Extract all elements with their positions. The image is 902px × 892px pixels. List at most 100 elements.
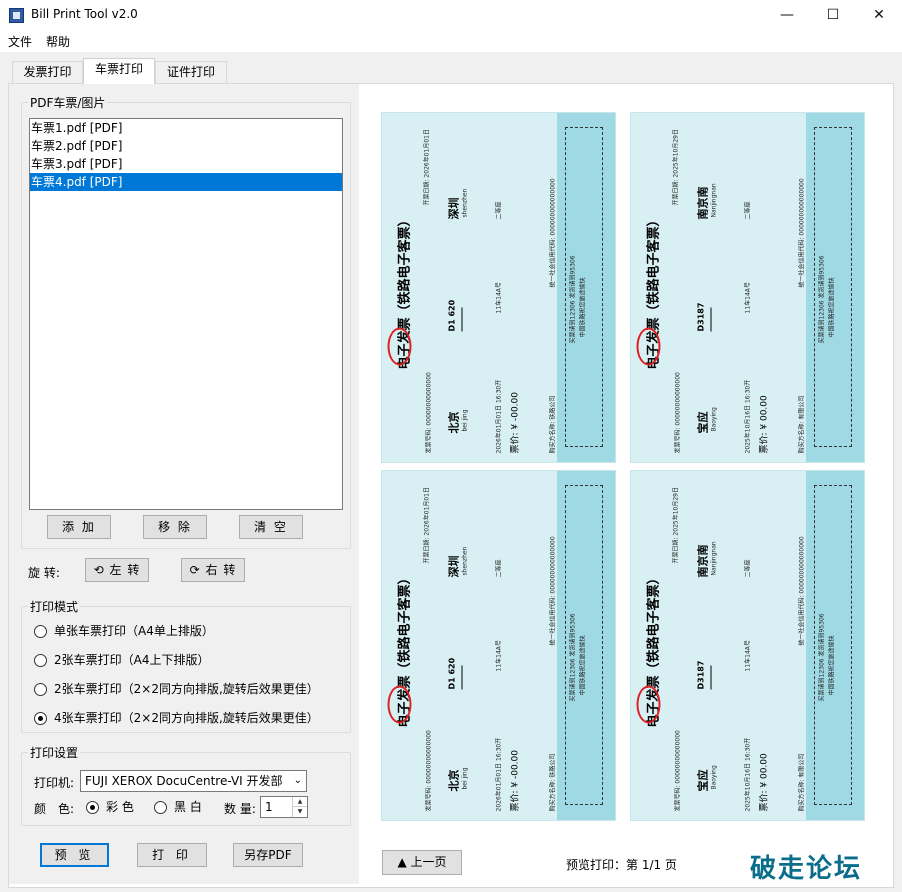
rotate-right-button[interactable]: ⟳ 右 转 [181, 558, 245, 582]
list-item[interactable]: 车票1.pdf [PDF] [30, 119, 342, 137]
radio-circle [154, 801, 167, 814]
railway-seal-icon [636, 327, 661, 366]
print-mode-title: 打印模式 [28, 598, 81, 615]
ticket-train-no: D1 620 [447, 299, 457, 332]
ticket-grid: 电子发票（铁路电子客票） 发票号码: 00000000000000 开票日期: 20… [381, 112, 865, 823]
close-button[interactable]: ✕ [856, 0, 902, 31]
train-arrow [710, 665, 712, 690]
ticket-stub-line1: 买票请到12306 发货请到95306 [569, 613, 577, 702]
ticket-train-no: D3187 [696, 302, 706, 332]
ticket-from-station: 宝应 [696, 411, 710, 434]
ticket-date: 开票日期: 2026年01月01日 [423, 129, 431, 206]
chevron-down-icon: ⌄ [293, 775, 302, 786]
ticket-buyer: 购买方名称: 铁路公司 [549, 753, 557, 812]
ticket-buyer: 购买方名称: 有限公司 [798, 753, 806, 812]
print-button[interactable]: 打 印 [137, 843, 207, 867]
ticket-content: 电子发票（铁路电子客票） 发票号码: 00000000000000 开票日期: 20… [382, 113, 615, 462]
ticket-buyer: 购买方名称: 有限公司 [798, 395, 806, 454]
printer-value: FUJI XEROX DocuCentre-VI 开发部 [85, 774, 283, 788]
files-group-title: PDF车票/图片 [28, 94, 108, 111]
ticket-to-station: 南京南 [696, 544, 710, 578]
ticket-content: 电子发票（铁路电子客票） 发票号码: 00000000000000 开票日期: 20… [631, 113, 864, 462]
radio-circle-checked [34, 712, 47, 725]
ticket-seat: 11车14A号 [495, 640, 503, 672]
printer-label: 打印机: [34, 776, 75, 790]
add-button[interactable]: 添 加 [47, 515, 111, 539]
list-item[interactable]: 车票2.pdf [PDF] [30, 137, 342, 155]
stepper-up-icon[interactable]: ▲ [292, 797, 307, 807]
window-title: Bill Print Tool v2.0 [31, 7, 138, 21]
page-info: 预览打印：第 1/1 页 [566, 858, 677, 872]
save-pdf-button[interactable]: 另存PDF [233, 843, 303, 867]
stepper-down-icon[interactable]: ▼ [292, 807, 307, 817]
ticket-depart-time: 2025年10月16日 16:30开 [744, 379, 752, 454]
rotate-left-button[interactable]: ⟲ 左 转 [85, 558, 149, 582]
ticket-price: 票价: ¥ -00.00 [510, 392, 521, 454]
ticket-to-pinyin: shenzhen [461, 188, 469, 218]
ticket-stub-line1: 买票请到12306 发货请到95306 [569, 255, 577, 344]
ticket-card: 电子发票（铁路电子客票） 发票号码: 00000000000000 开票日期: 20… [381, 112, 616, 463]
radio-circle [34, 625, 47, 638]
ticket-invoice-no: 发票号码: 00000000000000 [425, 730, 433, 812]
ticket-train-no: D3187 [696, 660, 706, 690]
ticket-card: 电子发票（铁路电子客票） 发票号码: 00000000000000 开票日期: 20… [630, 470, 865, 821]
railway-seal-icon [636, 685, 661, 724]
tab-id-print[interactable]: 证件打印 [155, 61, 227, 84]
app-icon [9, 8, 24, 23]
maximize-icon: ☐ [826, 7, 840, 23]
file-list[interactable]: 车票1.pdf [PDF] 车票2.pdf [PDF] 车票3.pdf [PDF… [29, 118, 343, 510]
menu-bar: 文件 帮助 [0, 31, 902, 52]
radio-circle-checked [86, 801, 99, 814]
count-stepper[interactable]: 1 ▲ ▼ [260, 796, 308, 818]
ticket-stub-line2: 中国铁路祝您旅途愉快 [828, 277, 836, 338]
printer-select[interactable]: FUJI XEROX DocuCentre-VI 开发部 ⌄ [80, 770, 307, 792]
ticket-date: 开票日期: 2025年10月29日 [672, 129, 680, 206]
train-arrow [710, 307, 712, 332]
clear-button[interactable]: 清 空 [239, 515, 303, 539]
maximize-button[interactable]: ☐ [810, 0, 856, 31]
radio-circle [34, 654, 47, 667]
ticket-price: 票价: ¥ 00.00 [759, 753, 770, 812]
preview-button[interactable]: 预 览 [40, 843, 109, 867]
train-arrow [461, 307, 463, 332]
rotate-label: 旋 转: [28, 566, 60, 580]
ticket-credit-code: 统一社会信用代码: 000000000000000 [798, 178, 806, 288]
ticket-date: 开票日期: 2025年10月29日 [672, 487, 680, 564]
ticket-to-station: 深圳 [447, 197, 461, 220]
print-settings-title: 打印设置 [28, 744, 81, 761]
ticket-stub-line1: 买票请到12306 发货请到95306 [818, 613, 826, 702]
ticket-class: 二等座 [744, 201, 752, 220]
ticket-to-pinyin: Nanjingnan [710, 183, 718, 218]
ticket-from-pinyin: Baoying [710, 765, 718, 790]
prev-page-button[interactable]: ▲ 上一页 [382, 850, 462, 875]
menu-file[interactable]: 文件 [8, 33, 32, 50]
ticket-from-station: 宝应 [696, 769, 710, 792]
ticket-card: 电子发票（铁路电子客票） 发票号码: 00000000000000 开票日期: 20… [630, 112, 865, 463]
tab-invoice-print[interactable]: 发票打印 [12, 61, 83, 84]
ticket-invoice-no: 发票号码: 00000000000000 [425, 372, 433, 454]
ticket-credit-code: 统一社会信用代码: 000000000000000 [549, 178, 557, 288]
remove-button[interactable]: 移 除 [143, 515, 207, 539]
minimize-icon: — [780, 7, 794, 23]
ticket-to-station: 南京南 [696, 186, 710, 220]
ticket-from-pinyin: bei jing [461, 767, 469, 790]
ticket-stub-line2: 中国铁路祝您旅途愉快 [579, 635, 587, 696]
tab-ticket-print[interactable]: 车票打印 [83, 58, 155, 84]
ticket-buyer: 购买方名称: 铁路公司 [549, 395, 557, 454]
minimize-button[interactable]: — [764, 0, 810, 31]
ticket-content: 电子发票（铁路电子客票） 发票号码: 00000000000000 开票日期: 20… [382, 471, 615, 820]
menu-help[interactable]: 帮助 [46, 33, 70, 50]
ticket-from-pinyin: bei jing [461, 409, 469, 432]
ticket-to-pinyin: shenzhen [461, 546, 469, 576]
ticket-credit-code: 统一社会信用代码: 000000000000000 [798, 536, 806, 646]
list-item-selected[interactable]: 车票4.pdf [PDF] [30, 173, 342, 191]
ticket-stub-line1: 买票请到12306 发货请到95306 [818, 255, 826, 344]
count-label: 数 量: [224, 802, 256, 816]
forum-watermark: 破走论坛 [750, 854, 863, 884]
list-item[interactable]: 车票3.pdf [PDF] [30, 155, 342, 173]
ticket-stub-line2: 中国铁路祝您旅途愉快 [828, 635, 836, 696]
ticket-stub-line2: 中国铁路祝您旅途愉快 [579, 277, 587, 338]
ticket-price: 票价: ¥ 00.00 [759, 395, 770, 454]
ticket-credit-code: 统一社会信用代码: 000000000000000 [549, 536, 557, 646]
ticket-depart-time: 2026年01月01日 16:30开 [495, 737, 503, 812]
